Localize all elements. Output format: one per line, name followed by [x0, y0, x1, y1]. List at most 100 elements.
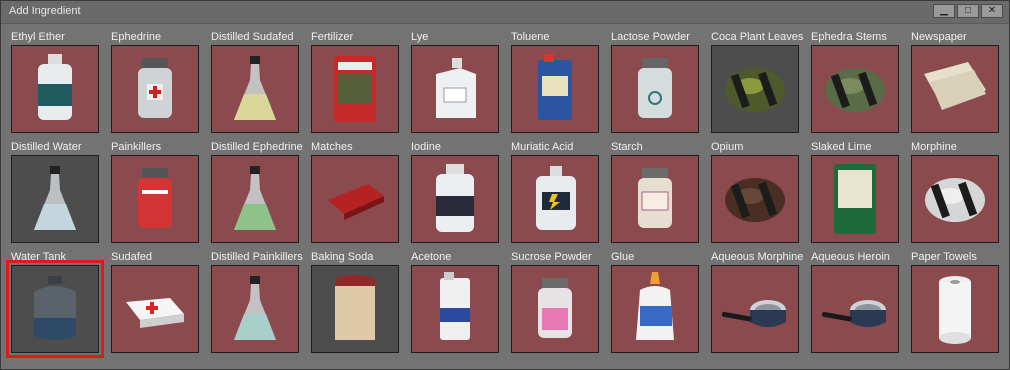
ingredient-lactose-powder[interactable]: Lactose Powder: [607, 30, 707, 140]
ingredient-label: Coca Plant Leaves: [711, 31, 804, 43]
paper-towel-roll-icon: [939, 276, 971, 344]
ingredient-glue[interactable]: Glue: [607, 250, 707, 360]
ingredient-toluene[interactable]: Toluene: [507, 30, 607, 140]
ingredient-tile[interactable]: [611, 45, 699, 133]
close-icon: ✕: [987, 5, 997, 16]
ingredient-water-tank[interactable]: Water Tank: [6, 250, 107, 360]
ingredient-label: Ethyl Ether: [11, 31, 65, 43]
ingredient-opium[interactable]: Opium: [707, 140, 807, 250]
ingredient-lye[interactable]: Lye: [407, 30, 507, 140]
ingredient-tile[interactable]: [711, 45, 799, 133]
saucepan-icon: [822, 300, 886, 327]
flask-yellow-icon: [234, 56, 276, 120]
ingredient-ephedrine[interactable]: Ephedrine: [107, 30, 207, 140]
ingredient-tile[interactable]: [11, 45, 99, 133]
ingredient-tile[interactable]: [511, 155, 599, 243]
maximize-button[interactable]: □: [957, 4, 979, 18]
ingredient-tile[interactable]: [711, 155, 799, 243]
ingredient-coca-plant-leaves[interactable]: Coca Plant Leaves: [707, 30, 807, 140]
ingredient-tile[interactable]: [211, 45, 299, 133]
ingredient-label: Lactose Powder: [611, 31, 690, 43]
ingredient-muriatic-acid[interactable]: Muriatic Acid: [507, 140, 607, 250]
ingredient-sucrose-powder[interactable]: Sucrose Powder: [507, 250, 607, 360]
ingredient-matches[interactable]: Matches: [307, 140, 407, 250]
minimize-icon: ▁: [940, 5, 948, 16]
acid-jug-icon: [536, 166, 576, 230]
ingredient-tile[interactable]: [6, 260, 104, 358]
ingredient-iodine[interactable]: Iodine: [407, 140, 507, 250]
title-bar[interactable]: Add Ingredient ▁ □ ✕: [1, 1, 1009, 24]
maximize-icon: □: [964, 5, 972, 16]
close-button[interactable]: ✕: [981, 4, 1003, 18]
ingredient-tile[interactable]: [211, 265, 299, 353]
ingredient-ethyl-ether[interactable]: Ethyl Ether: [7, 30, 107, 140]
sudafed-box-icon: [126, 298, 184, 328]
ingredient-painkillers[interactable]: Painkillers: [107, 140, 207, 250]
ingredient-morphine[interactable]: Morphine: [907, 140, 1007, 250]
ingredient-tile[interactable]: [811, 155, 899, 243]
ingredient-label: Distilled Ephedrine: [211, 141, 303, 153]
ingredient-tile[interactable]: [811, 45, 899, 133]
ingredient-label: Distilled Water: [11, 141, 82, 153]
ingredient-slaked-lime[interactable]: Slaked Lime: [807, 140, 907, 250]
ingredient-label: Sudafed: [111, 251, 152, 263]
white-bottle-icon: [38, 54, 72, 120]
fertilizer-bag-icon: [334, 56, 376, 122]
ingredient-tile[interactable]: [911, 45, 999, 133]
ingredient-newspaper[interactable]: Newspaper: [907, 30, 1007, 140]
glue-bottle-icon: [636, 272, 674, 340]
ingredient-distilled-painkillers[interactable]: Distilled Painkillers: [207, 250, 307, 360]
ingredient-tile[interactable]: [411, 155, 499, 243]
ingredient-label: Iodine: [411, 141, 441, 153]
acetone-can-icon: [440, 272, 470, 340]
ingredient-tile[interactable]: [911, 155, 999, 243]
newspaper-icon: [924, 62, 986, 110]
ingredient-sudafed[interactable]: Sudafed: [107, 250, 207, 360]
add-ingredient-window: Add Ingredient ▁ □ ✕ Ethyl Ether Ephedrin…: [0, 0, 1010, 370]
ingredient-aqueous-heroin[interactable]: Aqueous Heroin: [807, 250, 907, 360]
ingredient-label: Aqueous Heroin: [811, 251, 890, 263]
ingredient-tile[interactable]: [411, 265, 499, 353]
ingredient-tile[interactable]: [611, 155, 699, 243]
ingredient-tile[interactable]: [911, 265, 999, 353]
ingredient-label: Ephedrine: [111, 31, 162, 43]
ingredient-tile[interactable]: [311, 155, 399, 243]
ingredient-tile[interactable]: [611, 265, 699, 353]
ingredient-grid: Ethyl Ether Ephedrine Distilled Sudafed F…: [6, 30, 1007, 360]
ingredient-ephedra-stems[interactable]: Ephedra Stems: [807, 30, 907, 140]
ingredient-baking-soda[interactable]: Baking Soda: [307, 250, 407, 360]
ingredient-tile[interactable]: [311, 45, 399, 133]
ingredient-label: Baking Soda: [311, 251, 374, 263]
ingredient-label: Starch: [611, 141, 643, 153]
minimize-button[interactable]: ▁: [933, 4, 955, 18]
ingredient-acetone[interactable]: Acetone: [407, 250, 507, 360]
ingredient-fertilizer[interactable]: Fertilizer: [307, 30, 407, 140]
ingredient-distilled-ephedrine[interactable]: Distilled Ephedrine: [207, 140, 307, 250]
lime-bag-icon: [834, 164, 876, 234]
ingredient-distilled-sudafed[interactable]: Distilled Sudafed: [207, 30, 307, 140]
ingredient-tile[interactable]: [511, 265, 599, 353]
ingredient-tile[interactable]: [111, 45, 199, 133]
ingredient-label: Matches: [311, 141, 353, 153]
iodine-bottle-icon: [436, 164, 474, 232]
ingredient-aqueous-morphine[interactable]: Aqueous Morphine: [707, 250, 807, 360]
ingredient-tile[interactable]: [11, 155, 99, 243]
ingredient-label: Fertilizer: [311, 31, 354, 43]
ingredient-label: Lye: [411, 31, 429, 43]
ingredient-tile[interactable]: [711, 265, 799, 353]
ingredient-tile[interactable]: [411, 45, 499, 133]
baking-soda-can-icon: [335, 275, 375, 340]
window-title: Add Ingredient: [9, 5, 81, 17]
lactose-jar-icon: [638, 58, 672, 118]
ingredient-paper-towels[interactable]: Paper Towels: [907, 250, 1007, 360]
ingredient-tile[interactable]: [111, 265, 199, 353]
ingredient-tile[interactable]: [311, 265, 399, 353]
ingredient-tile[interactable]: [511, 45, 599, 133]
ingredient-tile[interactable]: [211, 155, 299, 243]
ingredient-starch[interactable]: Starch: [607, 140, 707, 250]
ingredient-tile[interactable]: [111, 155, 199, 243]
ingredient-label: Distilled Painkillers: [211, 251, 303, 263]
ingredient-label: Opium: [711, 141, 744, 153]
ingredient-distilled-water[interactable]: Distilled Water: [7, 140, 107, 250]
ingredient-tile[interactable]: [811, 265, 899, 353]
